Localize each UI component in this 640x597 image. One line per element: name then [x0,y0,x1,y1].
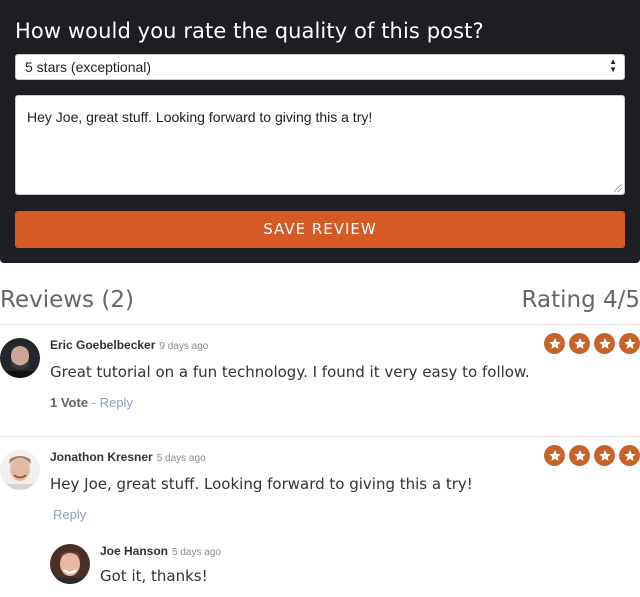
star-icon [619,333,640,354]
reviews-header: Reviews (2) Rating 4/5 [0,285,640,325]
review-author[interactable]: Jonathon Kresner 5 days ago [50,450,206,464]
review-meta: 1 Vote - Reply [50,395,133,410]
review-time: 5 days ago [156,453,206,464]
resize-grip-icon[interactable] [614,184,622,192]
star-icon [569,333,590,354]
review-text: Hey Joe, great stuff. Looking forward to… [50,475,473,493]
reply-link[interactable]: Reply [100,395,133,410]
rating-summary: Rating 4/5 [521,287,640,313]
review-text: Great tutorial on a fun technology. I fo… [50,363,530,381]
reply-author[interactable]: Joe Hanson 5 days ago [100,544,221,558]
star-rating [544,333,640,354]
star-icon [544,333,565,354]
form-question: How would you rate the quality of this p… [15,19,484,43]
reply-time: 5 days ago [172,547,221,558]
avatar[interactable] [0,338,40,378]
comment-text: Hey Joe, great stuff. Looking forward to… [27,109,373,125]
star-icon [594,445,615,466]
star-icon [569,445,590,466]
comment-textarea[interactable]: Hey Joe, great stuff. Looking forward to… [15,95,625,195]
reply-text: Got it, thanks! [100,567,208,585]
vote-count[interactable]: 1 Vote [50,395,88,410]
star-icon [544,445,565,466]
review-form: How would you rate the quality of this p… [0,0,640,263]
author-name: Joe Hanson [100,544,169,558]
avatar[interactable] [50,544,90,584]
nested-reply: Joe Hanson 5 days ago Got it, thanks! [50,542,640,592]
author-name: Jonathon Kresner [50,450,153,464]
save-review-button[interactable]: SAVE REVIEW [15,211,625,248]
review-time: 9 days ago [159,341,209,352]
rating-select[interactable]: 5 stars (exceptional) ▲ ▼ [15,54,625,80]
meta-separator: - [88,395,100,410]
reply-link[interactable]: Reply [53,507,86,522]
review-item: Eric Goebelbecker 9 days ago Great tutori… [0,326,640,437]
select-arrows-icon: ▲ ▼ [609,57,617,74]
avatar[interactable] [0,450,40,490]
review-author[interactable]: Eric Goebelbecker 9 days ago [50,338,208,352]
star-icon [619,445,640,466]
review-item: Jonathon Kresner 5 days ago Hey Joe, grea… [0,438,640,597]
reviews-title: Reviews (2) [0,287,134,313]
rating-select-value: 5 stars (exceptional) [25,59,152,75]
review-meta: Reply [53,507,86,522]
star-icon [594,333,615,354]
author-name: Eric Goebelbecker [50,338,156,352]
star-rating [544,445,640,466]
